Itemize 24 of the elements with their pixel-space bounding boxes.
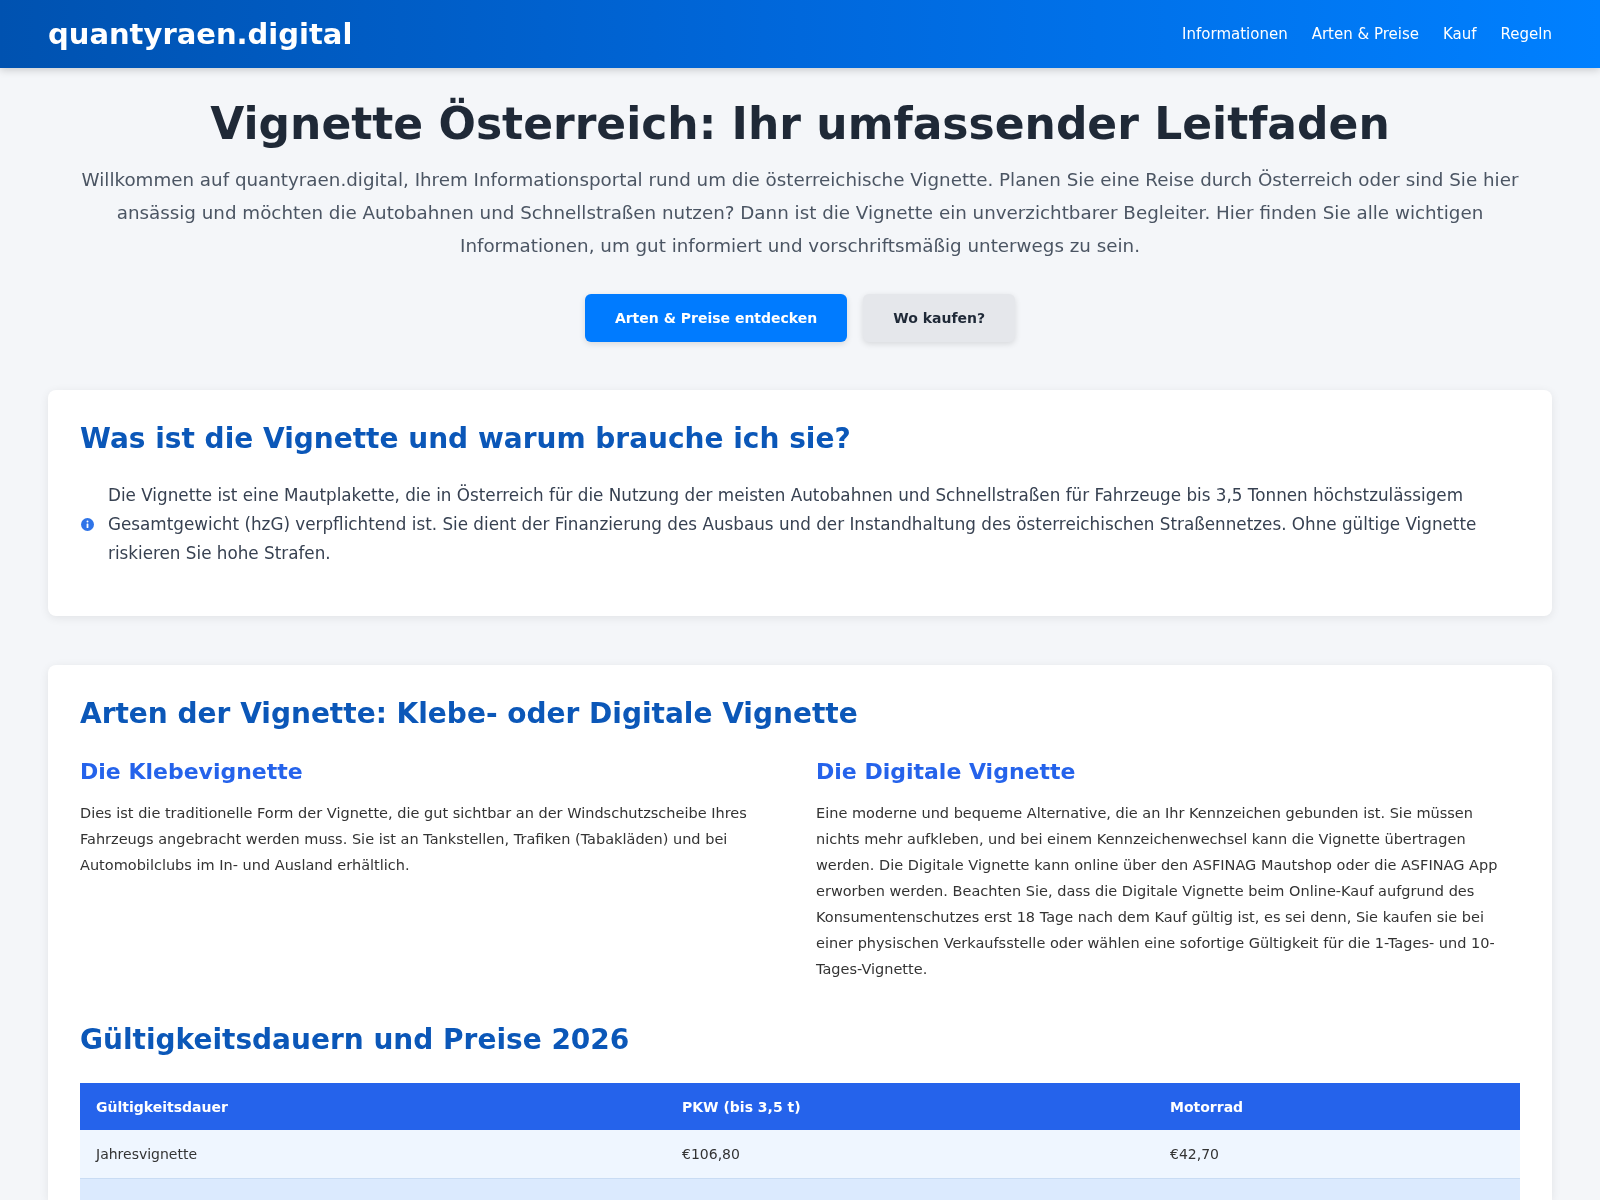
primary-button[interactable]: Arten & Preise entdecken bbox=[584, 294, 848, 342]
section-title: Gültigkeitsdauern und Preise 2026 bbox=[80, 1023, 631, 1057]
table-cell: Jahresvignette bbox=[80, 1130, 666, 1178]
info-icon bbox=[81, 518, 94, 531]
table-cell: €106,80 bbox=[666, 1130, 1154, 1178]
site-logo[interactable]: quantyraen.digital bbox=[48, 17, 353, 51]
section-title: Arten der Vignette: Klebe- oder Digitale Vignette bbox=[80, 697, 859, 731]
subsection-title: Die Klebevignette bbox=[80, 758, 304, 786]
column-text: Dies ist die traditionelle Form der Vignette, die gut sichtbar an der Windschutzscheibe Ihres Fahrzeugs angebracht werden muss. Sie ist an Tankstellen, Trafiken (Tabakläden) und bei Automobilclubs im In- und Ausland erhältlich. bbox=[80, 804, 748, 875]
table-cell: €42,70 bbox=[1154, 1130, 1520, 1178]
nav-link[interactable]: Informationen bbox=[1182, 25, 1288, 43]
nav-link[interactable]: Arten & Preise bbox=[1311, 25, 1420, 43]
page-title: Vignette Österreich: Ihr umfassender Leitfaden bbox=[209, 99, 1391, 149]
column-text: Eine moderne und bequeme Alternative, die an Ihr Kennzeichen gebunden ist. Sie müssen nichts mehr aufkleben, und bei einem Kennzeichenwechsel kann die Vignette übertragen werden. Die Digitale Vignette kann online über den ASFINAG Mautshop oder die ASFINAG App erworben werden. Beachten Sie, dass die Digitale Vignette beim Online-Kauf aufgrund des Konsumentenschutzes erst 18 Tage nach dem Kauf gültig ist, es sei denn, Sie kaufen sie bei einer physischen Verkaufsstelle oder wählen eine sofortige Gültigkeit für die 1-Tages- und 10-Tages-Vignette. bbox=[816, 804, 1499, 979]
nav-link[interactable]: Regeln bbox=[1500, 25, 1552, 43]
secondary-button[interactable]: Wo kaufen? bbox=[863, 294, 1016, 342]
info-text: Die Vignette ist eine Mautplakette, die in Österreich für die Nutzung der meisten Autobahnen und Schnellstraßen für Fahrzeuge bis 3,5 Tonnen höchstzulässigem Gesamtgewicht (hzG) verpflichtend ist. Sie dient der Finanzierung des Ausbaus und der Instandhaltung des österreichischen Straßennetzes. Ohne gültige Vignette riskieren Sie hohe Strafen. bbox=[108, 483, 1478, 565]
table-header-cell: PKW (bis 3,5 t) bbox=[666, 1083, 1154, 1130]
subsection-title: Die Digitale Vignette bbox=[816, 758, 1077, 786]
section-title: Was ist die Vignette und warum brauche ich sie? bbox=[80, 422, 852, 456]
nav-link[interactable]: Kauf bbox=[1443, 25, 1477, 43]
table-header-cell: Motorrad bbox=[1154, 1083, 1520, 1130]
intro-text: Willkommen auf quantyraen.digital, Ihrem Informationsportal rund um die österreichische Vignette. Planen Sie eine Reise durch Österreich oder sind Sie hier ansässig und möchten die Autobahnen und Schnellstraßen nutzen? Dann ist die Vignette ein unverzichtbarer Begleiter. Hier finden Sie alle wichtigen Informationen, um gut informiert und vorschriftsmäßig unterwegs zu sein. bbox=[80, 168, 1520, 258]
table-header-cell: Gültigkeitsdauer bbox=[80, 1083, 666, 1130]
